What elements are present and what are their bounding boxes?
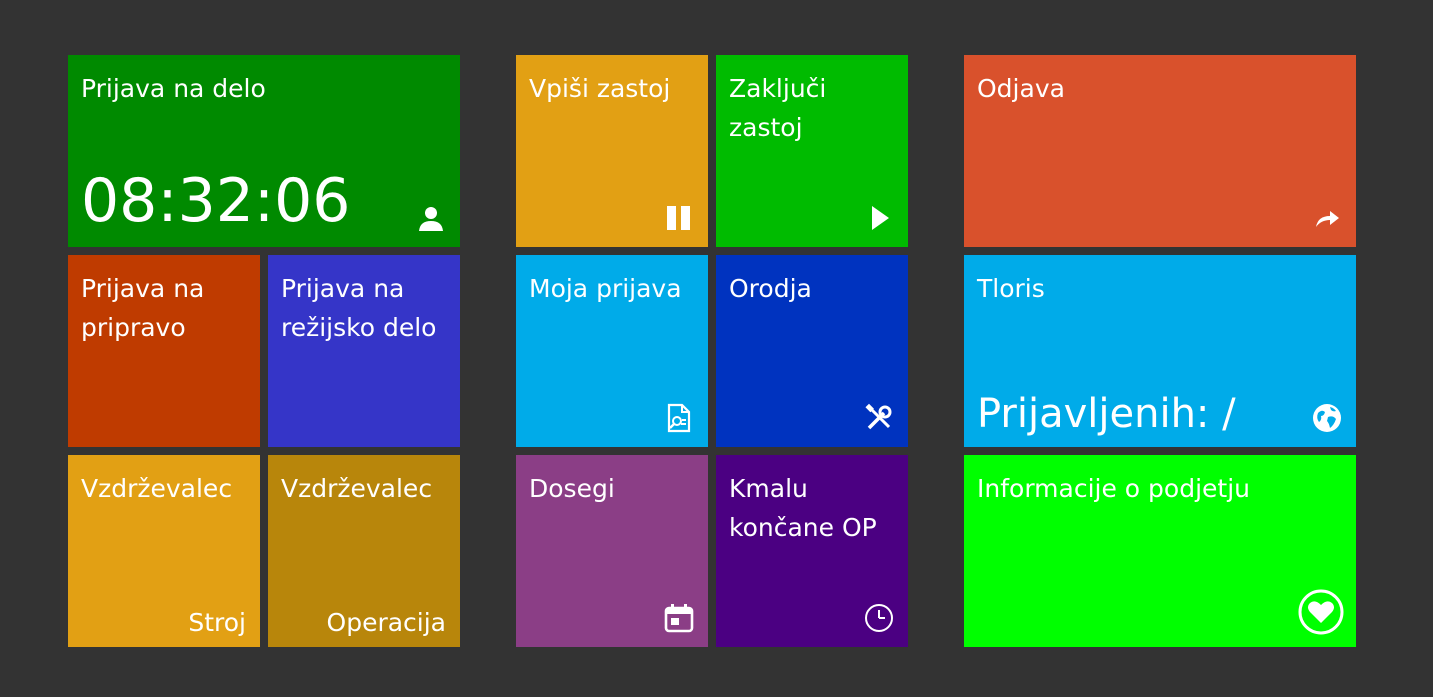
tile-title: Zaključi zastoj <box>729 74 827 142</box>
play-icon <box>864 203 894 233</box>
tile-dosegi[interactable]: Dosegi <box>516 455 708 647</box>
tile-title: Prijava na pripravo <box>81 274 205 342</box>
tile-tloris[interactable]: Tloris Prijavljenih: / <box>964 255 1356 447</box>
tile-prijava-na-rezijsko-delo[interactable]: Prijava na režijsko delo <box>268 255 460 447</box>
tile-kmalu-koncane-op[interactable]: Kmalu končane OP <box>716 455 908 647</box>
tile-vzdrzevalec-stroj[interactable]: Vzdrževalec Stroj <box>68 455 260 647</box>
tile-vpisi-zastoj[interactable]: Vpiši zastoj <box>516 55 708 247</box>
document-search-icon <box>664 403 694 433</box>
tile-title: Prijava na režijsko delo <box>281 274 437 342</box>
tile-title: Vzdrževalec <box>281 474 433 503</box>
tile-subtitle: Stroj <box>188 608 246 637</box>
tile-prijava-na-delo[interactable]: Prijava na delo 08:32:06 <box>68 55 460 247</box>
tile-title: Orodja <box>729 274 812 303</box>
clock-time: 08:32:06 <box>81 166 351 236</box>
tile-title: Odjava <box>977 74 1065 103</box>
tile-title: Kmalu končane OP <box>729 474 877 542</box>
heart-icon <box>1298 589 1344 635</box>
tile-title: Dosegi <box>529 474 615 503</box>
calendar-icon <box>664 603 694 633</box>
tile-odjava[interactable]: Odjava <box>964 55 1356 247</box>
tile-subtitle: Operacija <box>326 608 446 637</box>
pause-icon <box>664 203 694 233</box>
user-icon <box>416 203 446 233</box>
tools-icon <box>864 403 894 433</box>
tile-vzdrzevalec-operacija[interactable]: Vzdrževalec Operacija <box>268 455 460 647</box>
tile-informacije-o-podjetju[interactable]: Informacije o podjetju <box>964 455 1356 647</box>
tile-title: Tloris <box>977 274 1045 303</box>
tile-title: Vzdrževalec <box>81 474 233 503</box>
share-arrow-icon <box>1312 203 1342 233</box>
logged-in-count: Prijavljenih: / <box>977 391 1236 437</box>
globe-icon <box>1312 403 1342 433</box>
tile-prijava-na-pripravo[interactable]: Prijava na pripravo <box>68 255 260 447</box>
tile-title: Vpiši zastoj <box>529 74 671 103</box>
tile-moja-prijava[interactable]: Moja prijava <box>516 255 708 447</box>
tile-zakljuci-zastoj[interactable]: Zaključi zastoj <box>716 55 908 247</box>
tile-orodja[interactable]: Orodja <box>716 255 908 447</box>
clock-icon <box>864 603 894 633</box>
tile-title: Prijava na delo <box>81 74 266 103</box>
tile-title: Informacije o podjetju <box>977 474 1250 503</box>
tile-title: Moja prijava <box>529 274 682 303</box>
